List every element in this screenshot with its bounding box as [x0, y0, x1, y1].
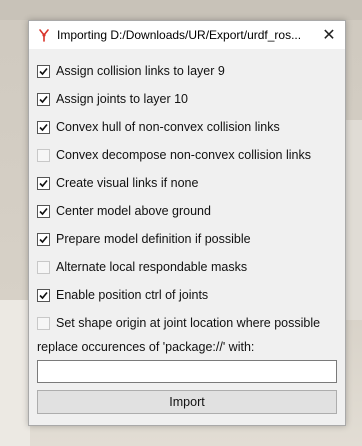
import-dialog: Importing D:/Downloads/UR/Export/urdf_ro… — [28, 20, 346, 426]
checkbox[interactable] — [37, 260, 50, 274]
option-row[interactable]: Center model above ground — [37, 197, 337, 225]
option-label: Prepare model definition if possible — [56, 232, 251, 246]
option-label: Convex hull of non-convex collision link… — [56, 120, 280, 134]
replace-label: replace occurences of 'package://' with: — [37, 340, 255, 354]
option-label: Create visual links if none — [56, 176, 199, 190]
checkbox[interactable] — [37, 204, 50, 218]
background-strip — [0, 0, 362, 20]
window-title: Importing D:/Downloads/UR/Export/urdf_ro… — [57, 28, 302, 42]
option-label: Alternate local respondable masks — [56, 260, 248, 274]
option-label: Convex decompose non-convex collision li… — [56, 148, 311, 162]
option-row[interactable]: Assign collision links to layer 9 — [37, 57, 337, 85]
option-label: Assign joints to layer 10 — [56, 92, 189, 106]
checkbox[interactable] — [37, 232, 50, 246]
checkbox[interactable] — [37, 120, 50, 134]
option-row[interactable]: Convex hull of non-convex collision link… — [37, 113, 337, 141]
close-button[interactable]: ✕ — [313, 21, 345, 49]
checkmark-icon — [39, 207, 48, 215]
import-button[interactable]: Import — [37, 390, 337, 414]
checkbox[interactable] — [37, 64, 50, 78]
robot-arm-icon — [37, 28, 51, 42]
option-row[interactable]: Enable position ctrl of joints — [37, 281, 337, 309]
option-label: Set shape origin at joint location where… — [56, 316, 321, 330]
floor-tile — [346, 120, 362, 320]
option-row[interactable]: Alternate local respondable masks — [37, 253, 337, 281]
checkbox[interactable] — [37, 316, 50, 330]
checkbox[interactable] — [37, 288, 50, 302]
floor-tile — [0, 300, 30, 446]
option-label: Enable position ctrl of joints — [56, 288, 209, 302]
checkbox[interactable] — [37, 92, 50, 106]
checkmark-icon — [39, 235, 48, 243]
checkmark-icon — [39, 291, 48, 299]
option-row[interactable]: Set shape origin at joint location where… — [37, 309, 337, 337]
title-bar[interactable]: Importing D:/Downloads/UR/Export/urdf_ro… — [29, 21, 345, 49]
checkmark-icon — [39, 179, 48, 187]
option-row[interactable]: Assign joints to layer 10 — [37, 85, 337, 113]
replace-input[interactable] — [37, 360, 337, 383]
options-list: Assign collision links to layer 9 Assign … — [37, 57, 337, 337]
option-row[interactable]: Prepare model definition if possible — [37, 225, 337, 253]
option-row[interactable]: Convex decompose non-convex collision li… — [37, 141, 337, 169]
checkmark-icon — [39, 123, 48, 131]
checkbox[interactable] — [37, 176, 50, 190]
option-label: Assign collision links to layer 9 — [56, 64, 225, 78]
checkmark-icon — [39, 67, 48, 75]
option-label: Center model above ground — [56, 204, 211, 218]
checkmark-icon — [39, 95, 48, 103]
checkbox[interactable] — [37, 148, 50, 162]
option-row[interactable]: Create visual links if none — [37, 169, 337, 197]
close-icon: ✕ — [322, 27, 336, 44]
